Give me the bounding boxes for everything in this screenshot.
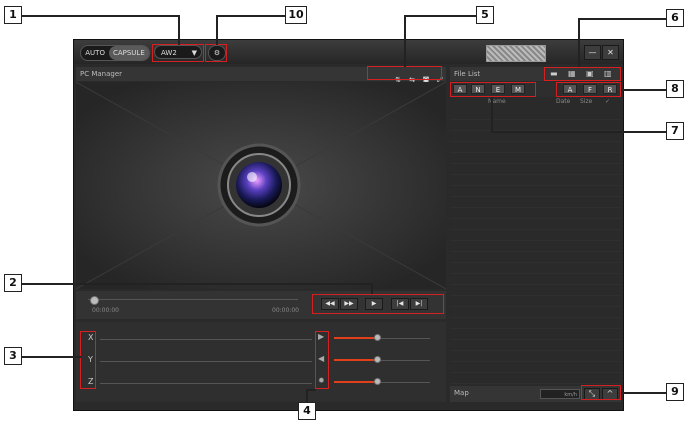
brightness-knob[interactable] [374,378,382,385]
speed-knob[interactable] [374,334,382,341]
leader-line-3 [20,356,81,358]
callout-8: 8 [666,80,684,98]
speed-fill [334,337,378,339]
highlight-box-5 [367,66,442,80]
callout-5: 5 [476,6,494,24]
minimize-button[interactable]: — [584,45,601,60]
leader-line-6-drop [578,18,580,67]
map-label: Map [454,389,469,397]
highlight-box-10 [205,44,227,62]
highlight-box-4 [315,331,329,389]
highlight-box-2 [312,294,444,314]
leader-line-10-drop [216,15,218,45]
highlight-box-1 [152,44,204,62]
leader-line-6 [578,18,666,20]
video-viewport[interactable] [76,82,446,289]
volume-fill [334,359,378,361]
highlight-box-6 [544,67,621,81]
leader-line-4 [306,389,316,391]
axis-z-graph [100,383,312,384]
highlight-box-8 [556,82,621,97]
leader-line-2 [20,283,372,285]
app-window: AUTO CAPSULE AW2 ▼ ⚙ — ✕ PC Manager ⇅ ⇆ ◙ ⤢ [73,39,624,411]
close-button[interactable]: ✕ [602,45,619,60]
leader-line-10 [216,15,286,17]
callout-1: 1 [4,6,22,24]
callout-7: 7 [666,122,684,140]
leader-line-1 [20,15,179,17]
callout-2: 2 [4,274,22,292]
leader-line-7 [491,131,667,133]
camera-logo-icon [217,143,301,227]
file-list-columns: Name Date Size ✓ [450,98,621,108]
leader-line-1-drop [178,15,180,45]
mode-auto[interactable]: AUTO [81,46,109,60]
file-list[interactable] [450,109,621,386]
column-check[interactable]: ✓ [605,98,610,105]
column-date[interactable]: Date [556,98,570,105]
leader-line-5 [404,15,477,17]
leader-line-7-drop [491,97,493,132]
leader-line-2-drop [371,283,373,294]
panel-title: PC Manager [80,70,123,78]
callout-4: 4 [298,402,316,420]
speed-field: km/h [540,389,580,399]
mode-capsule[interactable]: CAPSULE [108,46,149,60]
axis-x-graph [100,339,312,340]
mode-toggle[interactable]: AUTO CAPSULE [80,45,150,61]
brightness-fill [334,381,378,383]
leader-line-5-drop [404,15,406,67]
gsensor-panel: X Y Z ▶ ◀ ✹ [76,322,446,402]
panel-title: File List [454,70,481,78]
logo-badge [486,45,546,62]
seek-knob[interactable] [90,296,99,305]
volume-knob[interactable] [374,356,382,363]
speed-unit: km/h [564,392,577,398]
highlight-box-7 [450,82,536,97]
callout-3: 3 [4,347,22,365]
time-end: 00:00:00 [272,307,299,314]
seek-track[interactable] [88,299,298,300]
highlight-box-3 [80,331,96,389]
leader-line-8 [621,89,668,91]
column-size[interactable]: Size [580,98,592,105]
callout-9: 9 [666,383,684,401]
callout-10: 10 [285,6,307,24]
time-start: 00:00:00 [92,307,119,314]
axis-y-graph [100,361,312,362]
leader-line-9 [621,392,668,394]
callout-6: 6 [666,9,684,27]
highlight-box-9 [581,385,621,400]
